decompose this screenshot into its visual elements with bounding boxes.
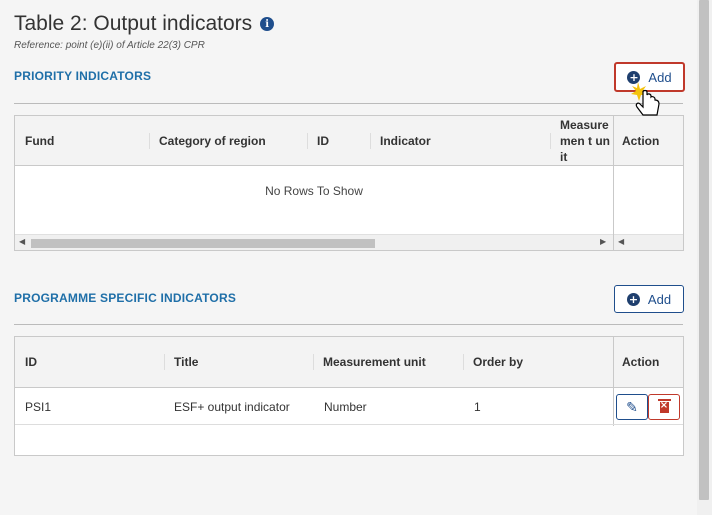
scroll-left-icon[interactable]: ◀	[19, 237, 25, 246]
column-header-category[interactable]: Category of region	[159, 116, 266, 166]
column-header-title[interactable]: Title	[174, 337, 198, 387]
grid-header: ID Title Measurement unit Order by Actio…	[15, 337, 683, 388]
plus-circle-icon: +	[626, 292, 640, 306]
table-row[interactable]: PSI1 ESF+ output indicator Number 1 ✎	[15, 388, 683, 425]
info-icon[interactable]: i	[260, 17, 275, 31]
column-header-action[interactable]: Action	[622, 337, 659, 387]
scroll-right-icon[interactable]: ▶	[600, 237, 606, 246]
row-order: 1	[474, 400, 481, 414]
column-header-measurement-unit[interactable]: Measurement unit	[323, 337, 426, 387]
priority-indicators-grid: Fund Category of region ID Indicator Mea…	[14, 115, 684, 251]
programme-divider	[14, 324, 683, 325]
row-id: PSI1	[25, 400, 52, 414]
scrollbar-thumb[interactable]	[699, 0, 709, 500]
trash-icon	[657, 398, 671, 413]
edit-button[interactable]: ✎	[616, 394, 648, 420]
title-row: Table 2: Output indicators i	[14, 12, 275, 36]
page-title: Table 2: Output indicators	[14, 12, 253, 35]
programme-section-title: PROGRAMME SPECIFIC INDICATORS	[14, 291, 237, 305]
programme-add-button[interactable]: + Add	[614, 285, 684, 313]
priority-section-title: PRIORITY INDICATORS	[14, 69, 152, 83]
column-header-measurement-unit[interactable]: Measuremen t unit	[560, 116, 612, 166]
column-header-indicator[interactable]: Indicator	[380, 116, 431, 166]
reference-text: Reference: point (e)(ii) of Article 22(3…	[14, 40, 205, 51]
action-column-border	[613, 116, 614, 250]
hand-cursor-icon	[631, 82, 660, 116]
priority-divider	[14, 103, 683, 104]
scrollbar-thumb[interactable]	[31, 239, 375, 248]
horizontal-scrollbar[interactable]: ◀ ▶	[15, 234, 613, 250]
empty-rows-message: No Rows To Show	[265, 184, 363, 198]
column-header-action[interactable]: Action	[622, 116, 659, 166]
column-header-fund[interactable]: Fund	[25, 116, 54, 166]
programme-indicators-grid: ID Title Measurement unit Order by Actio…	[14, 336, 684, 456]
scroll-left-icon[interactable]: ◀	[618, 237, 624, 246]
delete-button[interactable]	[648, 394, 680, 420]
vertical-scrollbar[interactable]	[697, 0, 712, 515]
column-header-id[interactable]: ID	[25, 337, 37, 387]
grid-header: Fund Category of region ID Indicator Mea…	[15, 116, 683, 166]
pencil-icon: ✎	[626, 398, 638, 415]
column-header-order-by[interactable]: Order by	[473, 337, 523, 387]
row-unit: Number	[324, 400, 367, 414]
page: Table 2: Output indicators i Reference: …	[0, 0, 697, 515]
action-scrollbar[interactable]: ◀	[614, 234, 683, 250]
column-header-id[interactable]: ID	[317, 116, 329, 166]
row-title: ESF+ output indicator	[174, 400, 290, 414]
add-button-label: Add	[647, 291, 672, 307]
